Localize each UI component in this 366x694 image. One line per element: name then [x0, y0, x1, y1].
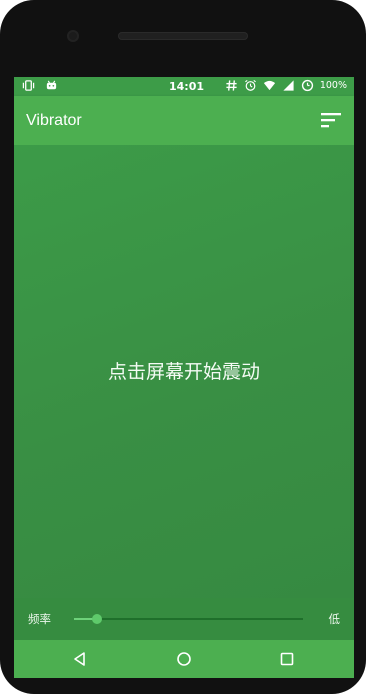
hash-icon	[225, 79, 238, 92]
android-icon	[45, 79, 58, 92]
recents-button[interactable]	[276, 648, 298, 670]
home-button[interactable]	[173, 648, 195, 670]
alarm-icon	[244, 79, 257, 92]
phone-frame: 14:01 100% Vibrator 点击屏幕开始震动 频率 低	[0, 0, 366, 694]
signal-icon	[282, 79, 295, 92]
recents-icon	[280, 652, 294, 666]
app-title: Vibrator	[26, 112, 82, 129]
filter-list-button[interactable]	[318, 109, 344, 131]
data-saver-icon	[301, 79, 314, 92]
filter-list-icon	[321, 113, 341, 128]
vibrate-icon	[22, 79, 35, 92]
front-camera	[67, 30, 79, 42]
status-right-icons: 100%	[225, 79, 347, 92]
navigation-bar	[14, 640, 354, 678]
wifi-icon	[263, 79, 276, 92]
phone-bezel-top	[0, 0, 366, 77]
slider-thumb[interactable]	[91, 614, 102, 624]
frequency-level-label: 低	[328, 612, 341, 626]
vibrate-touch-area[interactable]: 点击屏幕开始震动	[14, 145, 354, 598]
back-icon	[74, 652, 85, 666]
status-left-icons	[22, 79, 58, 92]
app-bar: Vibrator	[14, 96, 354, 145]
frequency-slider[interactable]	[74, 614, 303, 624]
home-icon	[177, 652, 191, 666]
earpiece-speaker	[118, 32, 248, 40]
back-button[interactable]	[69, 648, 91, 670]
frequency-label: 频率	[28, 612, 51, 626]
frequency-bar: 频率 低	[14, 598, 354, 640]
status-bar: 14:01 100%	[14, 77, 354, 96]
status-time: 14:01	[169, 80, 205, 93]
tap-to-vibrate-prompt: 点击屏幕开始震动	[107, 361, 260, 383]
app-screen: 14:01 100% Vibrator 点击屏幕开始震动 频率 低	[14, 77, 354, 678]
battery-percent: 100%	[319, 80, 347, 91]
